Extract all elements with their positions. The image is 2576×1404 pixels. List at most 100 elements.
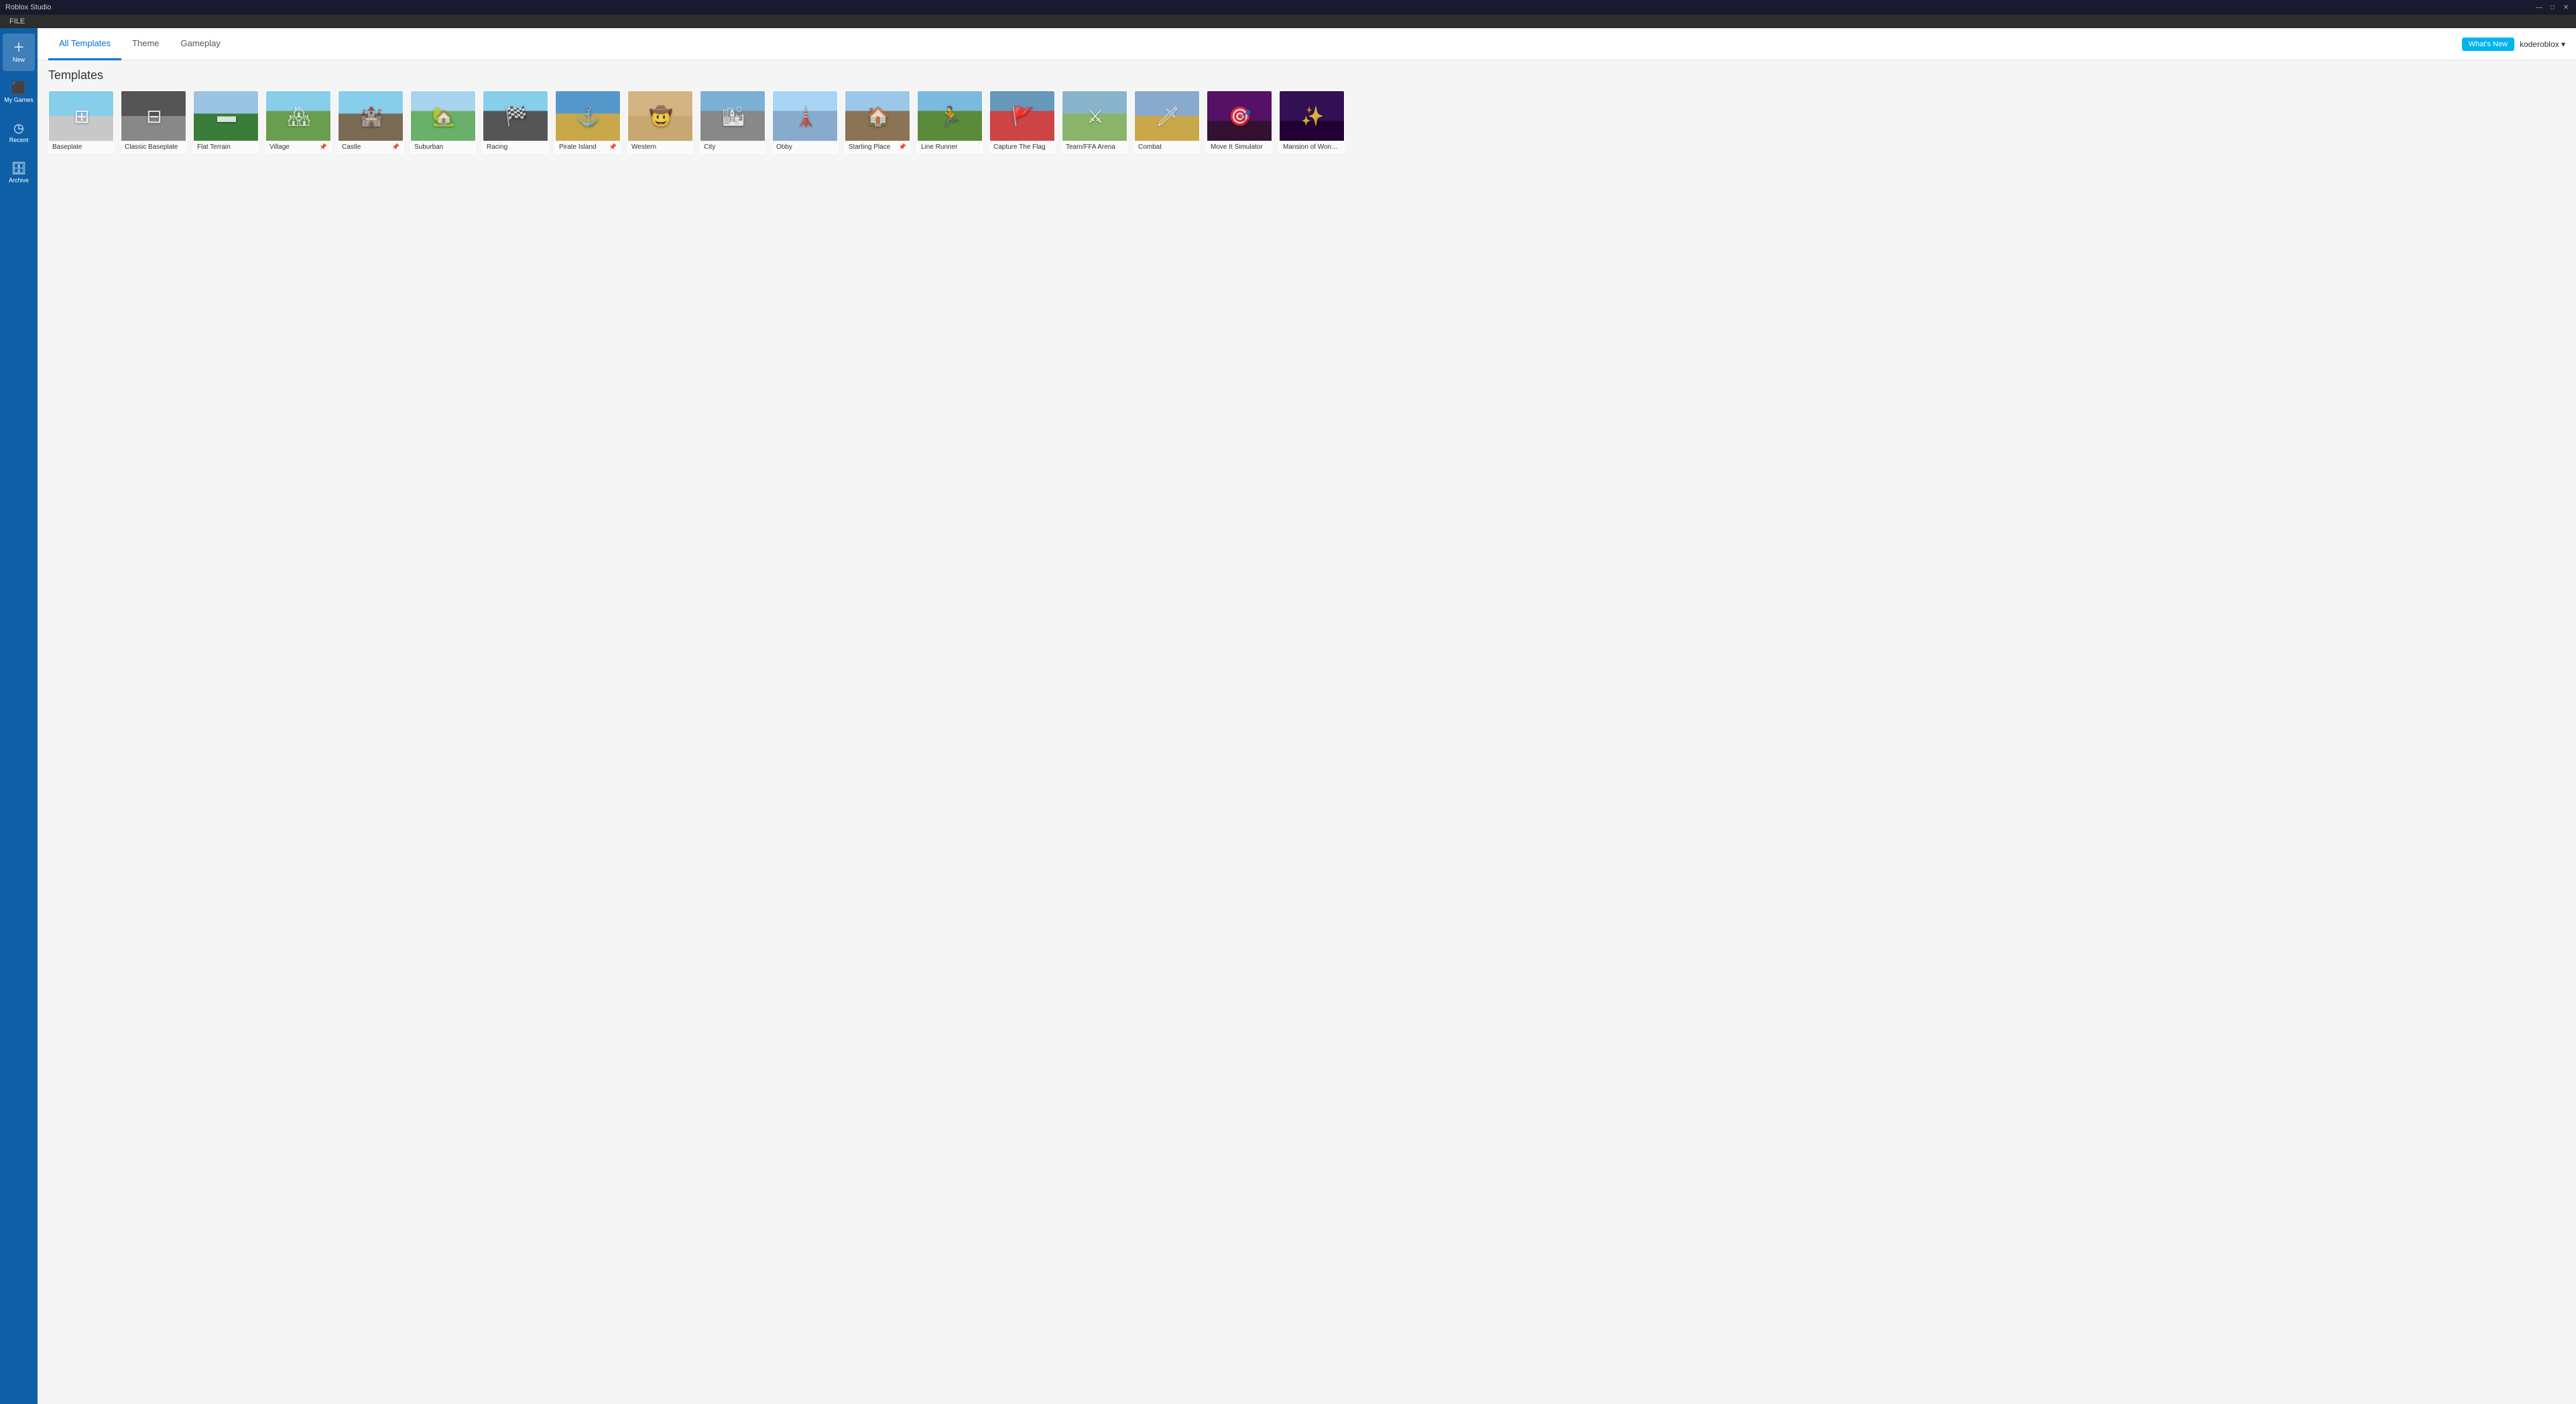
main-layout: ＋ New ⬛ My Games ◷ Recent 🗄 Archive All … (0, 28, 2576, 1404)
template-label-row-baseplate: Baseplate (49, 141, 113, 153)
template-icon-castle: 🏰 (360, 105, 383, 127)
template-label-row-move-it: Move It Simulator (1207, 141, 1272, 153)
template-icon-obby: 🗼 (794, 105, 818, 127)
template-card-team-ffa[interactable]: ⚔ Team/FFA Arena (1062, 90, 1127, 153)
template-name-village: Village (269, 143, 318, 151)
template-name-capture-flag: Capture The Flag (993, 143, 1051, 151)
template-thumb-castle: 🏰 (339, 91, 404, 141)
template-icon-racing: 🏁 (505, 105, 528, 127)
template-card-village[interactable]: 🏘 Village📌 (265, 90, 331, 153)
template-card-obby[interactable]: 🗼Obby (772, 90, 838, 153)
sidebar-new-label: New (13, 56, 25, 64)
template-label-row-combat: Combat (1135, 141, 1199, 153)
template-card-pirate-island[interactable]: ⚓ Pirate Island📌 (555, 90, 621, 153)
tab-theme[interactable]: Theme (121, 28, 170, 60)
template-thumb-city: 🏙 (700, 91, 765, 141)
maximize-button[interactable]: □ (2548, 3, 2557, 12)
content-area: All Templates Theme Gameplay What's New … (38, 28, 2576, 1404)
template-name-team-ffa: Team/FFA Arena (1066, 143, 1123, 151)
template-card-flat-terrain[interactable]: ▬ Flat Terrain (193, 90, 259, 153)
my-games-icon: ⬛ (11, 82, 26, 94)
sidebar-my-games-label: My Games (4, 97, 34, 104)
template-card-racing[interactable]: 🏁 Racing (483, 90, 548, 153)
template-icon-pirate-island: ⚓ (577, 105, 601, 127)
minimize-button[interactable]: — (2534, 3, 2544, 12)
template-icon-classic-baseplate: ⊟ (146, 105, 162, 127)
template-icon-baseplate: ⊞ (74, 105, 89, 127)
template-thumb-mansion: ✨ (1280, 91, 1345, 141)
sidebar-item-archive[interactable]: 🗄 Archive (3, 154, 35, 192)
template-label-row-village: Village📌 (266, 141, 330, 153)
template-pin-village: 📌 (320, 143, 327, 151)
close-button[interactable]: ✕ (2561, 3, 2571, 12)
user-bar: What's New koderoblox ▾ (2462, 28, 2565, 60)
file-menu[interactable]: FILE (5, 17, 29, 25)
template-label-row-western: Western (628, 141, 692, 153)
sidebar-recent-label: Recent (9, 137, 29, 144)
template-name-flat-terrain: Flat Terrain (197, 143, 255, 151)
template-name-starting-place: Starting Place (849, 143, 898, 151)
template-thumb-team-ffa: ⚔ (1062, 91, 1127, 141)
top-bar: All Templates Theme Gameplay What's New … (38, 28, 2576, 60)
sidebar-item-recent[interactable]: ◷ Recent (3, 114, 35, 151)
app-title: Roblox Studio (5, 3, 52, 11)
username-label[interactable]: koderoblox ▾ (2520, 40, 2565, 49)
tab-gameplay[interactable]: Gameplay (170, 28, 231, 60)
template-thumb-capture-flag: 🚩 (990, 91, 1055, 141)
whats-new-button[interactable]: What's New (2462, 38, 2514, 51)
templates-grid-area: ⊞ Baseplate ⊟ Classic Baseplate ▬ Flat Terrai… (38, 88, 2576, 1404)
template-card-classic-baseplate[interactable]: ⊟ Classic Baseplate (121, 90, 186, 153)
template-card-capture-flag[interactable]: 🚩 Capture The Flag (989, 90, 1055, 153)
window-controls: — □ ✕ (2534, 3, 2571, 12)
template-thumb-classic-baseplate: ⊟ (121, 91, 186, 141)
template-label-row-suburban: Suburban (411, 141, 475, 153)
template-card-castle[interactable]: 🏰 Castle📌 (338, 90, 404, 153)
template-card-suburban[interactable]: 🏡 Suburban (410, 90, 476, 153)
template-thumb-baseplate: ⊞ (49, 91, 114, 141)
template-thumb-line-runner: 🏃 (918, 91, 983, 141)
template-card-starting-place[interactable]: 🏠Starting Place📌 (845, 90, 910, 153)
template-thumb-starting-place: 🏠 (845, 91, 910, 141)
template-thumb-suburban: 🏡 (411, 91, 476, 141)
template-pin-pirate-island: 📌 (609, 143, 617, 151)
templates-grid: ⊞ Baseplate ⊟ Classic Baseplate ▬ Flat Terrai… (48, 90, 2565, 153)
template-icon-western: 🤠 (650, 105, 673, 127)
tab-all-templates[interactable]: All Templates (48, 28, 121, 60)
template-thumb-flat-terrain: ▬ (194, 91, 259, 141)
template-label-row-starting-place: Starting Place📌 (845, 141, 910, 153)
template-name-classic-baseplate: Classic Baseplate (125, 143, 182, 151)
template-card-western[interactable]: 🤠 Western (627, 90, 693, 153)
template-card-combat[interactable]: 🗡 Combat (1134, 90, 1200, 153)
template-name-mansion: Mansion of Wonder (1283, 143, 1341, 151)
template-label-row-capture-flag: Capture The Flag (990, 141, 1054, 153)
template-card-line-runner[interactable]: 🏃 Line Runner (917, 90, 983, 153)
template-icon-team-ffa: ⚔ (1087, 105, 1103, 127)
template-thumb-combat: 🗡 (1135, 91, 1200, 141)
template-icon-city: 🏙 (721, 105, 745, 127)
template-icon-village: 🏘 (287, 105, 311, 127)
template-icon-combat: 🗡 (1156, 105, 1180, 127)
tabs: All Templates Theme Gameplay (48, 28, 2462, 60)
template-icon-line-runner: 🏃 (939, 105, 963, 127)
template-card-mansion[interactable]: ✨ Mansion of Wonder (1279, 90, 1345, 153)
template-name-line-runner: Line Runner (921, 143, 979, 151)
template-name-baseplate: Baseplate (52, 143, 110, 151)
template-name-suburban: Suburban (414, 143, 472, 151)
template-icon-flat-terrain: ▬ (217, 105, 236, 127)
template-name-move-it: Move It Simulator (1211, 143, 1268, 151)
template-name-pirate-island: Pirate Island (559, 143, 608, 151)
template-label-row-castle: Castle📌 (339, 141, 403, 153)
sidebar-item-new[interactable]: ＋ New (3, 34, 35, 71)
template-pin-castle: 📌 (392, 143, 400, 151)
menu-bar: FILE (0, 15, 2576, 28)
new-icon: ＋ (13, 42, 25, 54)
template-label-row-city: City (700, 141, 765, 153)
template-label-row-team-ffa: Team/FFA Arena (1062, 141, 1127, 153)
template-card-baseplate[interactable]: ⊞ Baseplate (48, 90, 114, 153)
template-name-city: City (704, 143, 761, 151)
template-card-city[interactable]: 🏙 City (700, 90, 765, 153)
template-name-castle: Castle (342, 143, 391, 151)
template-card-move-it[interactable]: 🎯Move It Simulator (1207, 90, 1272, 153)
template-name-racing: Racing (487, 143, 544, 151)
sidebar-item-my-games[interactable]: ⬛ My Games (3, 74, 35, 111)
